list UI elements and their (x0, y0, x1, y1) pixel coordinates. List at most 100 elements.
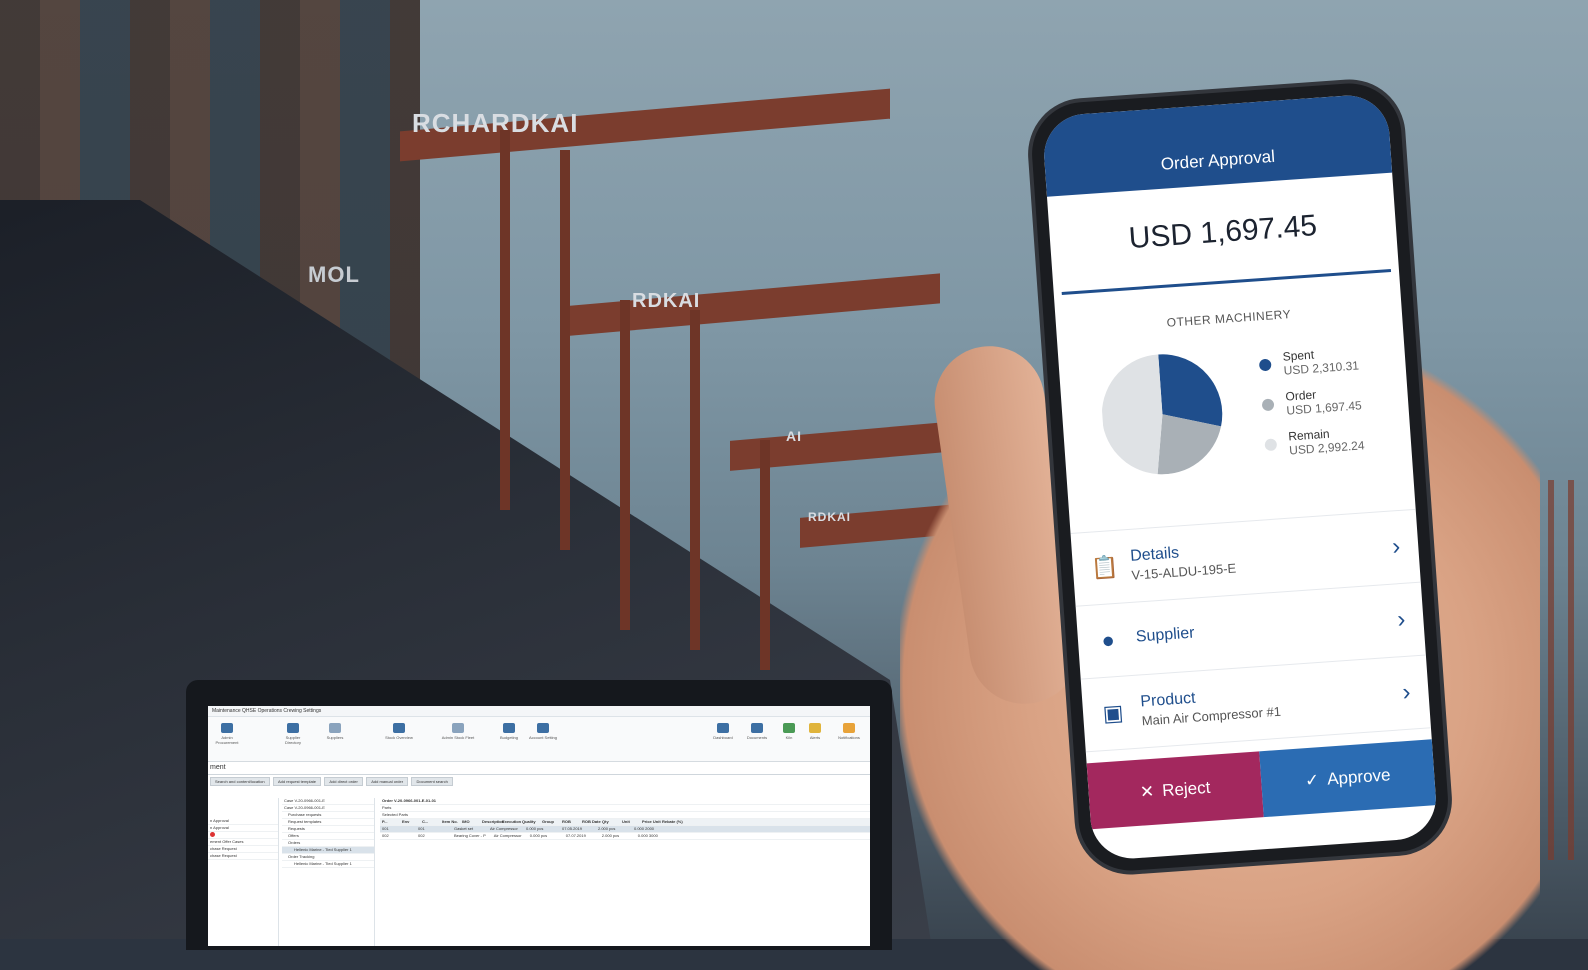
tab-document-search[interactable]: Document search (411, 777, 453, 786)
person-icon: ● (1100, 627, 1116, 654)
ribbon-button[interactable]: Dashboard (708, 723, 738, 740)
left-nav-item[interactable]: chase Request (208, 846, 278, 853)
app-menu-bar[interactable]: Maintenance QHSE Operations Crewing Sett… (208, 706, 870, 717)
chevron-right-icon: › (1401, 678, 1412, 707)
grid-cell: 07.05.2019 (562, 826, 583, 831)
grid-header-cell[interactable]: C... (422, 819, 440, 825)
laptop: Maintenance QHSE Operations Crewing Sett… (186, 680, 892, 950)
grid-header-cell[interactable]: Rebate (%) (662, 819, 683, 825)
tree-node[interactable]: Requests (282, 826, 374, 833)
left-nav-item[interactable]: ement Offer Cases (208, 839, 278, 846)
grid-cell: Bearing Cover - P (454, 833, 486, 838)
ribbon-button[interactable]: Suppliers (320, 723, 350, 740)
ribbon-button[interactable]: Account Setting (528, 723, 558, 740)
ribbon-button[interactable]: Documents (742, 723, 772, 740)
approve-button[interactable]: ✓ Approve (1259, 739, 1437, 818)
crane-post (500, 130, 510, 510)
left-nav-item[interactable]: n Approval (208, 825, 278, 832)
grid-header-cell[interactable]: IMO (462, 819, 480, 825)
tree-node[interactable]: Orders (282, 840, 374, 847)
kiln-icon (783, 723, 795, 733)
ribbon-button[interactable]: Notifications (834, 723, 864, 740)
tab-add-direct-order[interactable]: Add direct order (324, 777, 363, 786)
app-ribbon: Admin Procurement Supplier Directory Sup… (208, 717, 870, 762)
crane-post (620, 300, 630, 630)
tree-node[interactable]: Request templates (282, 819, 374, 826)
chevron-right-icon: › (1391, 533, 1402, 561)
row-title: Product (1139, 689, 1197, 711)
grid-cell: 2.000 pcs (598, 826, 616, 831)
grid-cell: Air Compressor (493, 833, 522, 838)
budget-category: OTHER MACHINERY (1166, 307, 1292, 330)
table-row[interactable]: 002 002 Bearing Cover - P Air Compressor 0.0… (380, 833, 870, 840)
budget-pie (1101, 354, 1223, 475)
procurement-icon (221, 723, 233, 733)
order-title: Order V-20-0966-001-E-01-01 (380, 798, 870, 805)
close-icon: ✕ (1139, 781, 1155, 802)
bell-icon (809, 723, 821, 733)
case-tree: Case V-20-0966-001-E Case V-20-0966-001-… (282, 798, 375, 946)
grid-header-cell[interactable]: Execution (502, 819, 521, 825)
row-title: Details (1129, 544, 1180, 565)
order-grid: Order V-20-0966-001-E-01-01 Parts Select… (380, 798, 870, 946)
crane-boom (560, 273, 940, 337)
grid-header-cell[interactable]: ROB (562, 819, 580, 825)
legend-spent: Spent USD 2,310.31 (1258, 342, 1400, 380)
crane-text-4: RDKAI (808, 510, 851, 524)
grid-cell: Air Compressor (490, 826, 518, 831)
grid-header-cell[interactable]: Item No. (442, 819, 460, 825)
stock-icon (393, 723, 405, 733)
phone-screen: Order Approval USD 1,697.45 OTHER MACHIN… (1041, 92, 1439, 862)
tree-node[interactable]: Offers (282, 833, 374, 840)
legend-dot (1261, 398, 1275, 412)
grid-header-cell[interactable]: Description (482, 819, 504, 825)
ribbon-button[interactable]: Alerts (800, 723, 830, 740)
supplier-icon (329, 723, 341, 733)
budget-chart: OTHER MACHINERY Spent USD 2,310.31 Order… (1053, 271, 1416, 534)
grid-header-cell[interactable]: Price Unit (642, 819, 661, 825)
alert-dot-icon (210, 832, 215, 837)
grid-header: P... Env C... Item No. IMO DescriptionExecuti… (380, 819, 870, 826)
left-nav-item[interactable]: chase Request (208, 853, 278, 860)
grid-header-cell[interactable]: Quality (522, 819, 540, 825)
selected-parts-label: Selected Parts (380, 812, 870, 819)
tab-add-request-template[interactable]: Add request template (272, 777, 322, 786)
ribbon-button[interactable]: Admin Procurement (212, 723, 242, 745)
tree-node-selected[interactable]: Hellenic Marine - Tied Supplier 1 (282, 847, 374, 854)
ribbon-button[interactable]: Budgeting (494, 723, 524, 740)
tab-search[interactable]: Search and content/location (210, 777, 270, 786)
grid-header-cell[interactable]: Qty (602, 819, 620, 825)
reject-button[interactable]: ✕ Reject (1086, 751, 1264, 830)
grid-header-cell[interactable]: P... (382, 819, 400, 825)
tree-node[interactable]: Purchase requests (282, 812, 374, 819)
grid-cell: 0.000 pcs (529, 833, 548, 838)
legend-dot (1264, 438, 1278, 452)
legend-dot (1258, 358, 1272, 372)
left-nav-item[interactable] (208, 832, 278, 839)
case-selector[interactable]: Case V-20-0966-001-E (282, 798, 374, 805)
tree-node[interactable]: Order Tracking (282, 854, 374, 861)
grid-header-cell[interactable]: Unit (622, 819, 640, 825)
grid-cell: 002 (418, 833, 425, 838)
crane-post (690, 310, 700, 650)
crane-post (760, 440, 770, 670)
tab-add-manual-order[interactable]: Add manual order (366, 777, 409, 786)
check-icon: ✓ (1304, 770, 1320, 791)
parts-section[interactable]: Parts (380, 805, 870, 812)
grid-cell: 001 (418, 826, 425, 831)
left-nav-item[interactable]: n Approval (208, 818, 278, 825)
grid-cell: 001 (382, 826, 389, 831)
grid-header-cell[interactable]: ROB Date (582, 819, 601, 825)
dashboard-icon (717, 723, 729, 733)
module-title: ment (208, 762, 870, 775)
crane-post (560, 150, 570, 550)
tree-node[interactable]: Hellenic Marine - Tied Supplier 1 (282, 861, 374, 868)
ribbon-button[interactable]: Admin Stock Fleet (432, 723, 484, 740)
grid-header-cell[interactable]: Group (542, 819, 560, 825)
table-row[interactable]: 001 001 Gasket set Air Compressor 0.000 pcs 0… (380, 826, 870, 833)
action-tabs: Search and content/location Add request … (208, 775, 870, 791)
grid-header-cell[interactable]: Env (402, 819, 420, 825)
tree-node[interactable]: Case V-20-0966-001-E (282, 805, 374, 812)
ribbon-button[interactable]: Supplier Directory (278, 723, 308, 745)
ribbon-button[interactable]: Stock Overview (384, 723, 414, 740)
